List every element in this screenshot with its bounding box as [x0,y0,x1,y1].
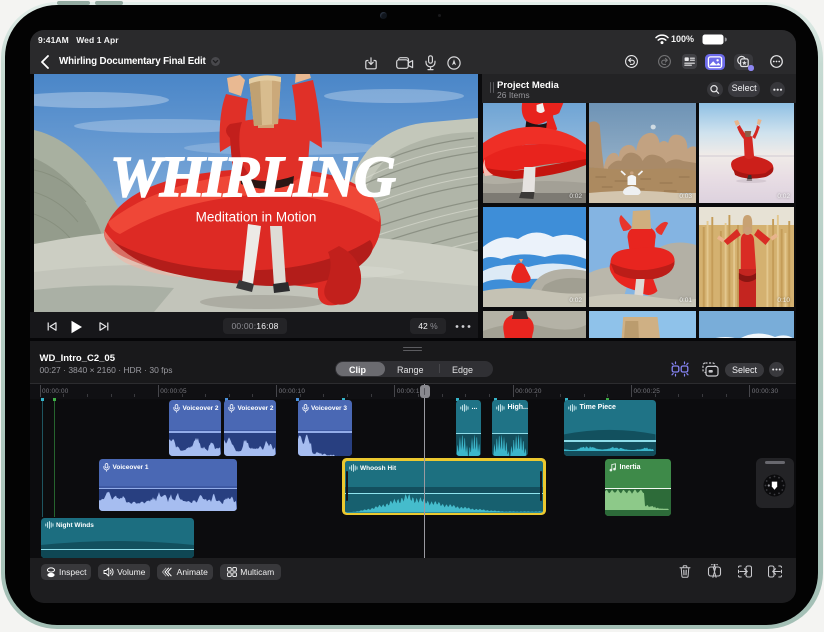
svg-text:Meditation in Motion: Meditation in Motion [196,210,317,225]
svg-text:WHIRLING: WHIRLING [110,144,396,209]
